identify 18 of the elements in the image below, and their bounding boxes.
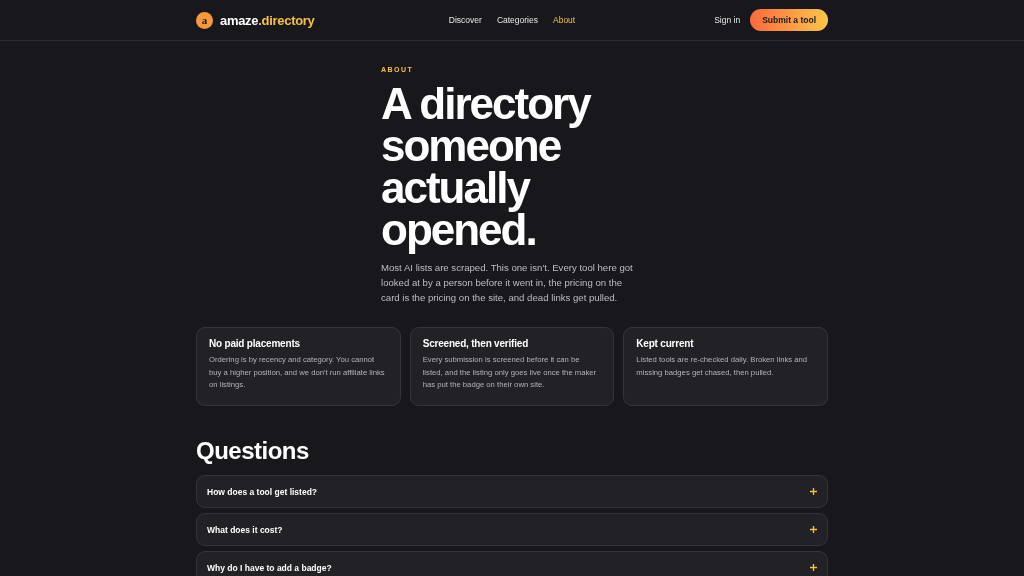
intro-paragraph: Most AI lists are scraped. This one isn't. Every tool here got looked at by a person before it went in, the pricing on the card is the pricing on the site, and dead links get pulled. (381, 261, 634, 305)
faq-item[interactable]: What does it cost? (196, 513, 828, 547)
submit-tool-button[interactable]: Submit a tool (750, 9, 828, 31)
faq-question: What does it cost? (207, 524, 283, 535)
brand-name[interactable]: amaze.directory (220, 12, 315, 28)
section-heading: Questions (196, 437, 310, 466)
logo-badge[interactable]: a (196, 11, 213, 29)
card-title: No paid placements (209, 338, 301, 350)
faq-item[interactable]: Why do I have to add a badge? (196, 551, 828, 576)
nav-link[interactable]: Discover (448, 15, 482, 25)
faq-question: Why do I have to add a badge? (207, 562, 332, 573)
sign-in-link[interactable]: Sign in (714, 15, 741, 25)
nav-link[interactable]: Categories (496, 15, 538, 25)
card-title: Screened, then verified (422, 338, 530, 350)
card-title: Kept current (636, 338, 695, 350)
nav-link[interactable]: About (553, 15, 576, 25)
faq-question: How does a tool get listed? (207, 486, 318, 497)
faq-item[interactable]: How does a tool get listed? (196, 475, 828, 509)
